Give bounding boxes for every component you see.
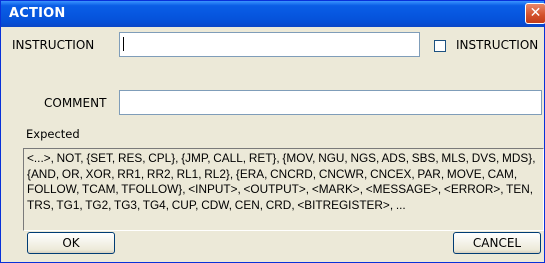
ok-button[interactable]: OK [27,232,115,254]
comment-input[interactable] [119,90,542,115]
instruction-input[interactable] [119,32,420,57]
title-bar[interactable]: ACTION ✕ [1,1,545,27]
window-title: ACTION [9,6,66,21]
text-caret [123,37,124,51]
expected-label: Expected [26,127,80,141]
action-dialog: ACTION ✕ INSTRUCTION INSTRUCTION COMMENT… [0,0,545,263]
expected-text: <...>, NOT, {SET, RES, CPL}, {JMP, CALL,… [27,151,536,212]
instruction-checkbox-label[interactable]: INSTRUCTION [456,38,538,52]
expected-text-box: <...>, NOT, {SET, RES, CPL}, {JMP, CALL,… [23,148,544,231]
close-icon: ✕ [529,5,542,21]
close-button[interactable]: ✕ [525,3,545,24]
cancel-button[interactable]: CANCEL [453,232,541,254]
comment-label: COMMENT [44,96,107,110]
instruction-checkbox[interactable] [434,40,446,52]
instruction-label: INSTRUCTION [12,38,95,52]
